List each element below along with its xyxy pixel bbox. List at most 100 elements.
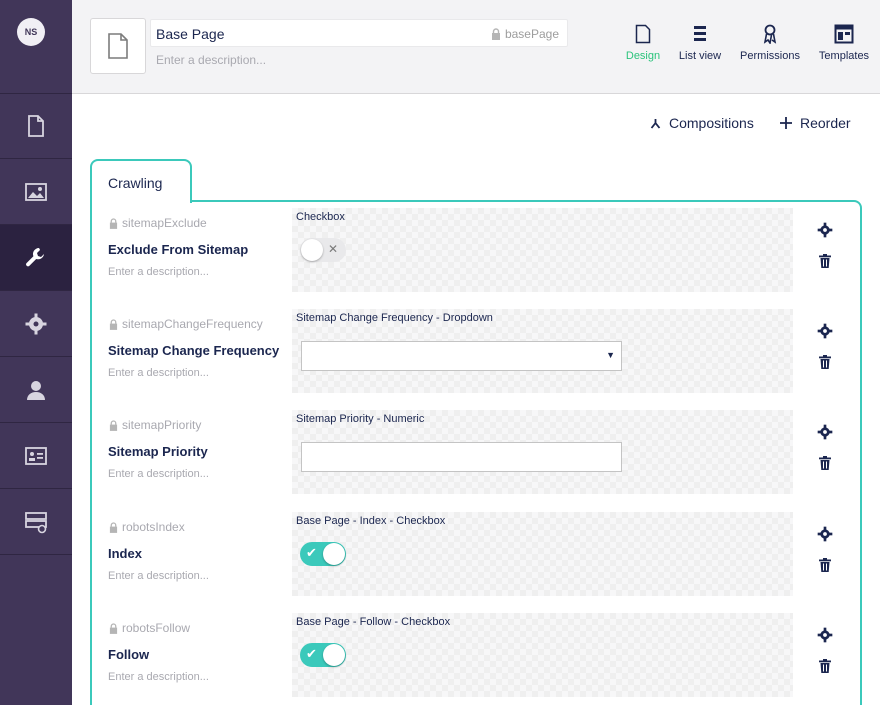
settings-gear-icon[interactable] [817, 323, 833, 339]
permissions-icon [763, 24, 777, 44]
property-row: robotsIndex Index Enter a description...… [92, 512, 860, 604]
delete-trash-icon[interactable] [819, 456, 831, 470]
name-value: Base Page [156, 26, 225, 42]
name-field[interactable]: Base Page basePage [150, 19, 568, 47]
sidebar-item-forms[interactable] [0, 423, 72, 489]
lock-icon [109, 622, 118, 634]
app-design[interactable]: Design [621, 24, 665, 68]
app-permissions[interactable]: Permissions [738, 24, 802, 68]
property-alias[interactable]: robotsIndex [109, 520, 185, 534]
delete-trash-icon[interactable] [819, 254, 831, 268]
editor-name: Checkbox [296, 211, 345, 223]
reorder-button[interactable]: Reorder [780, 115, 851, 131]
delete-trash-icon[interactable] [819, 659, 831, 673]
editor-name: Base Page - Follow - Checkbox [296, 616, 451, 628]
property-description[interactable]: Enter a description... [108, 367, 209, 379]
settings-gear-icon[interactable] [817, 627, 833, 643]
property-label[interactable]: Index [108, 546, 142, 561]
property-alias[interactable]: sitemapPriority [109, 418, 201, 432]
forms-icon [25, 446, 47, 465]
lock-icon [109, 318, 118, 330]
property-editor-preview[interactable]: Sitemap Priority - Numeric [292, 410, 793, 494]
compositions-label: Compositions [669, 115, 754, 131]
settings-gear-icon[interactable] [817, 526, 833, 542]
tab-joint [92, 198, 190, 204]
move-icon [780, 117, 792, 129]
compositions-button[interactable]: Compositions [650, 115, 754, 131]
sidebar: NS [0, 0, 72, 705]
doctype-icon-picker[interactable] [90, 18, 146, 74]
property-description[interactable]: Enter a description... [108, 468, 209, 480]
toggle-switch-off[interactable]: ✕ [300, 238, 346, 262]
deploy-icon [25, 511, 47, 533]
property-alias[interactable]: robotsFollow [109, 621, 190, 635]
property-alias[interactable]: sitemapExclude [109, 216, 207, 230]
templates-icon [834, 24, 854, 44]
property-alias-text: sitemapPriority [122, 418, 202, 432]
member-icon [27, 380, 45, 400]
sidebar-item-settings[interactable] [0, 225, 72, 291]
gear-icon [25, 313, 47, 334]
sidebar-item-members[interactable] [0, 357, 72, 423]
property-editor-preview[interactable]: Checkbox ✕ [292, 208, 793, 292]
editor-name: Sitemap Priority - Numeric [296, 413, 425, 425]
property-row: robotsFollow Follow Enter a description.… [92, 613, 860, 705]
app-permissions-label: Permissions [740, 50, 800, 62]
toggle-switch-on[interactable]: ✔ [300, 643, 346, 667]
app-design-label: Design [625, 50, 661, 62]
sidebar-item-developer[interactable] [0, 291, 72, 357]
property-editor-preview[interactable]: Base Page - Follow - Checkbox ✔ [292, 613, 793, 697]
property-description[interactable]: Enter a description... [108, 266, 209, 278]
property-row: sitemapExclude Exclude From Sitemap Ente… [92, 208, 860, 300]
app-templates[interactable]: Templates [816, 24, 872, 68]
app-list-view[interactable]: List view [676, 24, 724, 68]
property-alias-text: robotsFollow [122, 621, 191, 635]
editor-header: Base Page basePage Enter a description..… [72, 0, 880, 94]
delete-trash-icon[interactable] [819, 355, 831, 369]
caret-down-icon: ▼ [606, 350, 615, 360]
property-editor-preview[interactable]: Base Page - Index - Checkbox ✔ [292, 512, 793, 596]
sidebar-item-content[interactable] [0, 93, 72, 159]
check-icon: ✔ [306, 545, 317, 560]
frequency-dropdown[interactable]: ▼ [301, 341, 622, 371]
property-label[interactable]: Exclude From Sitemap [108, 242, 248, 257]
lock-icon [109, 217, 118, 229]
property-description[interactable]: Enter a description... [108, 671, 209, 683]
description-field[interactable]: Enter a description... [156, 53, 266, 67]
delete-trash-icon[interactable] [819, 558, 831, 572]
settings-gear-icon[interactable] [817, 424, 833, 440]
alias-field[interactable]: basePage [491, 27, 559, 41]
settings-gear-icon[interactable] [817, 222, 833, 238]
document-icon [108, 33, 128, 59]
property-alias-text: sitemapExclude [122, 216, 207, 230]
media-icon [25, 182, 47, 201]
avatar[interactable]: NS [17, 18, 45, 46]
lock-icon [491, 28, 500, 40]
property-alias-text: robotsIndex [122, 520, 185, 534]
check-icon: ✔ [306, 646, 317, 661]
wrench-icon [26, 247, 44, 266]
editor-name: Sitemap Change Frequency - Dropdown [296, 312, 493, 324]
property-label[interactable]: Sitemap Change Frequency [108, 343, 279, 358]
tab-crawling[interactable]: Crawling [90, 159, 192, 203]
list-icon [694, 26, 706, 41]
toggle-knob [301, 239, 323, 261]
toggle-knob [323, 644, 345, 666]
property-label[interactable]: Sitemap Priority [108, 444, 208, 459]
document-icon [635, 24, 651, 44]
lock-icon [109, 521, 118, 533]
sidebar-item-media[interactable] [0, 159, 72, 225]
reorder-label: Reorder [800, 115, 851, 131]
content-icon [28, 115, 44, 137]
group-name: Crawling [108, 175, 163, 191]
priority-numeric-input[interactable] [301, 442, 622, 472]
merge-icon [650, 118, 661, 129]
property-description[interactable]: Enter a description... [108, 570, 209, 582]
property-alias[interactable]: sitemapChangeFrequency [109, 317, 263, 331]
toggle-switch-on[interactable]: ✔ [300, 542, 346, 566]
property-editor-preview[interactable]: Sitemap Change Frequency - Dropdown ▼ [292, 309, 793, 393]
property-row: sitemapChangeFrequency Sitemap Change Fr… [92, 309, 860, 401]
property-label[interactable]: Follow [108, 647, 149, 662]
sidebar-item-deploy[interactable] [0, 489, 72, 555]
app-list-view-label: List view [678, 50, 722, 62]
